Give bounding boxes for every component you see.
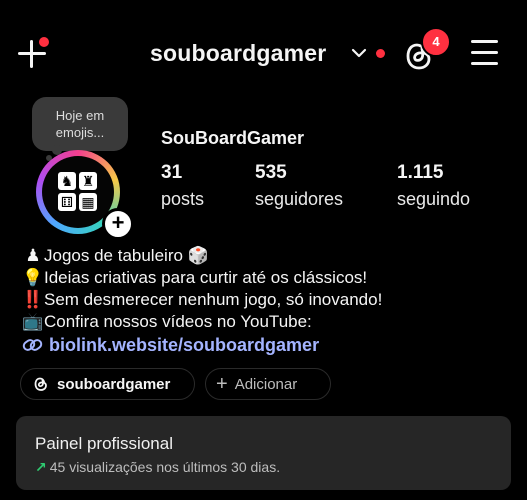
create-button[interactable] <box>16 37 50 72</box>
note-text: Hoje em emojis... <box>55 108 105 140</box>
board-icon: ▦ <box>79 193 97 211</box>
note-bubble[interactable]: Hoje em emojis... <box>32 97 128 161</box>
account-switcher-username[interactable]: souboardgamer <box>150 40 326 67</box>
display-name: SouBoardGamer <box>161 128 305 148</box>
trend-up-icon: ↗ <box>35 459 47 475</box>
stat-following[interactable]: 1.115 seguindo <box>397 162 470 210</box>
create-notification-dot <box>39 37 49 47</box>
chess-knight-icon: ♞ <box>58 172 76 190</box>
tv-icon: 📺 <box>22 312 44 331</box>
bio-line: 📺Confira nossos vídeos no YouTube: <box>22 312 312 331</box>
bio-line: ♟ Jogos de tabuleiro 🎲 <box>22 245 382 267</box>
stat-posts[interactable]: 31 posts <box>161 162 204 210</box>
account-notification-dot <box>376 49 385 58</box>
add-story-button[interactable]: + <box>102 208 134 240</box>
plus-icon: + <box>216 373 228 395</box>
link-icon <box>22 339 43 351</box>
add-button[interactable]: + Adicionar <box>205 368 331 400</box>
double-exclamation-icon: ‼️ <box>22 290 44 309</box>
top-bar: souboardgamer 4 <box>0 0 527 108</box>
bio: ♟ Jogos de tabuleiro 🎲 💡Ideias criativas … <box>22 245 382 333</box>
stat-followers[interactable]: 535 seguidores <box>255 162 343 210</box>
bio-line: ‼️Sem desmerecer nenhum jogo, só inovand… <box>22 290 383 309</box>
notification-badge: 4 <box>421 27 451 57</box>
dice-icon: ⚅ <box>58 193 76 211</box>
menu-icon <box>471 40 498 43</box>
bio-line: 💡Ideias criativas para curtir até os clá… <box>22 268 368 287</box>
chevron-down-icon[interactable] <box>350 46 368 60</box>
dashboard-title: Painel profissional <box>35 434 173 453</box>
dashboard-subtitle: ↗ 45 visualizações nos últimos 30 dias. <box>35 459 281 475</box>
threads-profile-chip[interactable]: souboardgamer <box>20 368 195 400</box>
professional-dashboard[interactable]: Painel profissional ↗ 45 visualizações no… <box>16 416 511 490</box>
chess-rook-icon: ♜ <box>79 172 97 190</box>
lightbulb-icon: 💡 <box>22 268 44 287</box>
bio-link[interactable]: biolink.website/souboardgamer <box>22 335 319 356</box>
chess-pawn-icon: ♟ <box>25 246 41 265</box>
threads-icon <box>34 377 47 391</box>
threads-button[interactable]: 4 <box>404 27 451 74</box>
menu-button[interactable] <box>471 40 499 66</box>
